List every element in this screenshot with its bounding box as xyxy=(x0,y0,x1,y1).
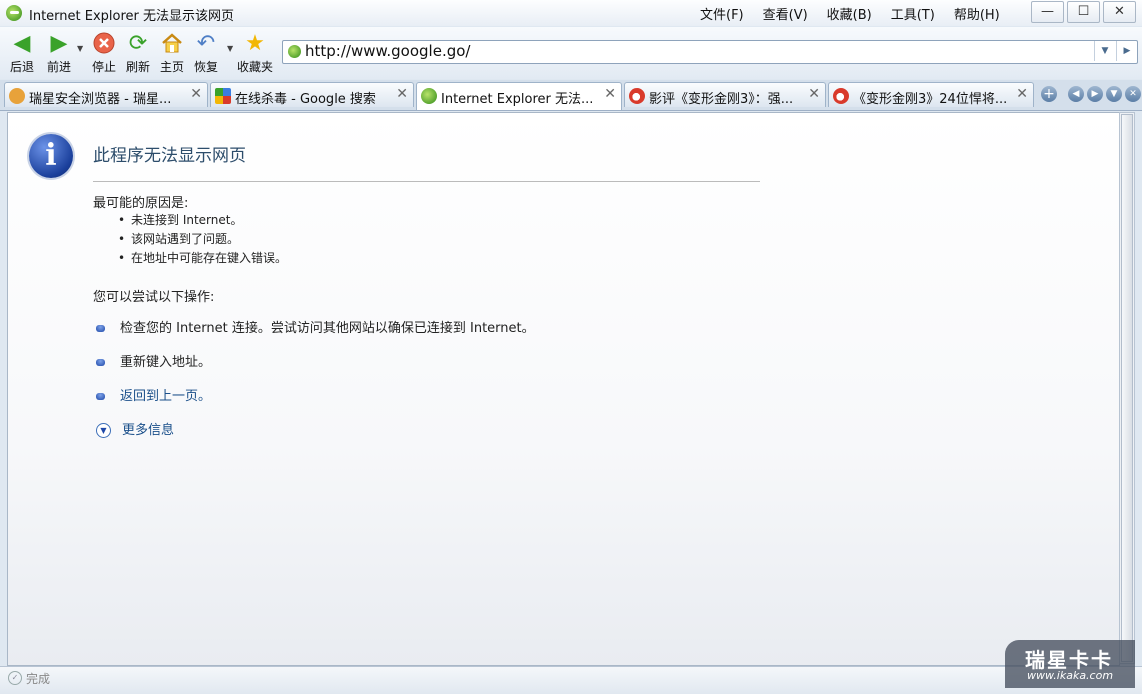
home-button[interactable]: 主页 xyxy=(159,32,185,75)
rising-browser-icon xyxy=(9,88,25,104)
back-label: 后退 xyxy=(9,60,34,74)
forward-arrow-icon: ▶ xyxy=(50,31,68,56)
tab-ie-error[interactable]: Internet Explorer 无法... ✕ xyxy=(416,82,622,110)
status-bar: ✓ 完成 xyxy=(0,666,1142,694)
action-text: 检查您的 Internet 连接。尝试访问其他网站以确保已连接到 Interne… xyxy=(120,321,535,336)
navigation-toolbar: ◀ 后退 ▶ 前进 ▼ 停止 ⟳ 刷新 主页 ↶ 恢复 ▼ ★ 收藏夹 ▼ ▶ xyxy=(0,27,1142,79)
undo-icon: ↶ xyxy=(196,31,216,56)
tab-google-search[interactable]: 在线杀毒 - Google 搜索 ✕ xyxy=(210,82,414,107)
tab-title: Internet Explorer 无法... xyxy=(441,92,594,107)
maximize-button[interactable]: ☐ xyxy=(1067,1,1100,23)
go-arrow-icon[interactable]: ▶ xyxy=(1116,41,1137,61)
forward-button[interactable]: ▶ 前进 xyxy=(46,32,72,75)
done-check-icon: ✓ xyxy=(8,671,22,685)
tab-close-icon[interactable]: ✕ xyxy=(604,86,616,102)
restore-dropdown-icon[interactable]: ▼ xyxy=(227,44,233,53)
forward-label: 前进 xyxy=(46,60,71,74)
address-bar: ▼ ▶ xyxy=(282,40,1138,64)
causes-list: 未连接到 Internet。 该网站遇到了问题。 在地址中可能存在键入错误。 xyxy=(118,211,287,268)
close-tab-icon[interactable]: ✕ xyxy=(1125,86,1141,102)
go-back-link[interactable]: 返回到上一页。 xyxy=(120,389,211,404)
menu-help[interactable]: 帮助(H) xyxy=(954,4,1000,23)
menu-file[interactable]: 文件(F) xyxy=(700,4,744,23)
title-bar: Internet Explorer 无法显示该网页 文件(F) 查看(V) 收藏… xyxy=(0,0,1142,26)
ie-page-icon xyxy=(421,88,437,104)
google-icon xyxy=(215,88,231,104)
window-controls: — ☐ ✕ xyxy=(1028,1,1136,23)
tab-title: 《变形金刚3》24位悍将... xyxy=(853,92,1008,107)
star-icon: ★ xyxy=(245,31,265,56)
menu-favorites[interactable]: 收藏(B) xyxy=(827,4,872,23)
menu-view[interactable]: 查看(V) xyxy=(763,4,808,23)
tab-close-icon[interactable]: ✕ xyxy=(1016,86,1028,102)
more-info-toggle[interactable]: ▼ 更多信息 xyxy=(96,419,174,438)
action-check-connection: 检查您的 Internet 连接。尝试访问其他网站以确保已连接到 Interne… xyxy=(96,317,535,336)
list-item: 未连接到 Internet。 xyxy=(118,211,287,230)
tab-rising-browser[interactable]: 瑞星安全浏览器 - 瑞星... ✕ xyxy=(4,82,208,107)
list-item: 该网站遇到了问题。 xyxy=(118,230,287,249)
list-item: 在地址中可能存在键入错误。 xyxy=(118,249,287,268)
heading-divider xyxy=(93,181,760,182)
tab-bar: 瑞星安全浏览器 - 瑞星... ✕ 在线杀毒 - Google 搜索 ✕ Int… xyxy=(0,80,1142,111)
action-text: 重新键入地址。 xyxy=(120,355,212,370)
scroll-tabs-left-icon[interactable]: ◀ xyxy=(1068,86,1084,102)
restore-label: 恢复 xyxy=(193,60,218,74)
menu-tools[interactable]: 工具(T) xyxy=(891,4,935,23)
action-retype-address: 重新键入地址。 xyxy=(96,351,211,370)
favorites-button[interactable]: ★ 收藏夹 xyxy=(237,32,273,75)
stop-label: 停止 xyxy=(91,60,116,74)
tab-title: 在线杀毒 - Google 搜索 xyxy=(235,92,376,107)
action-go-back[interactable]: 返回到上一页。 xyxy=(96,385,211,404)
tab-list-dropdown-icon[interactable]: ▼ xyxy=(1106,86,1122,102)
tab-weibo-transformers[interactable]: 《变形金刚3》24位悍将... ✕ xyxy=(828,82,1034,107)
tab-weibo-review[interactable]: 影评《变形金刚3》：强... ✕ xyxy=(624,82,826,107)
scroll-tabs-right-icon[interactable]: ▶ xyxy=(1087,86,1103,102)
tab-title: 瑞星安全浏览器 - 瑞星... xyxy=(29,92,172,107)
window-title: Internet Explorer 无法显示该网页 xyxy=(29,9,235,24)
page-favicon-icon xyxy=(288,45,301,58)
stop-button[interactable]: 停止 xyxy=(91,32,117,75)
causes-title: 最可能的原因是: xyxy=(93,196,189,211)
actions-title: 您可以尝试以下操作: xyxy=(93,290,215,305)
url-history-dropdown-icon[interactable]: ▼ xyxy=(1094,41,1115,61)
refresh-icon: ⟳ xyxy=(128,31,148,56)
weibo-icon xyxy=(629,88,645,104)
refresh-button[interactable]: ⟳ 刷新 xyxy=(125,32,151,75)
new-tab-plus-icon[interactable]: + xyxy=(1041,86,1057,102)
page-content: i 此程序无法显示网页 最可能的原因是: 未连接到 Internet。 该网站遇… xyxy=(7,112,1120,666)
back-button[interactable]: ◀ 后退 xyxy=(9,32,35,75)
refresh-label: 刷新 xyxy=(125,60,150,74)
bullet-icon xyxy=(96,359,105,366)
stop-icon xyxy=(91,32,117,56)
more-info-link[interactable]: 更多信息 xyxy=(122,423,174,438)
forward-dropdown-icon[interactable]: ▼ xyxy=(77,44,83,53)
url-input[interactable] xyxy=(305,41,1085,61)
menu-bar: 文件(F) 查看(V) 收藏(B) 工具(T) 帮助(H) xyxy=(700,4,1019,23)
tab-title: 影评《变形金刚3》：强... xyxy=(649,92,794,107)
back-arrow-icon: ◀ xyxy=(13,31,31,56)
bullet-icon xyxy=(96,393,105,400)
chevron-down-icon[interactable]: ▼ xyxy=(96,423,111,438)
bullet-icon xyxy=(96,325,105,332)
tab-close-icon[interactable]: ✕ xyxy=(396,86,408,102)
info-icon: i xyxy=(29,134,73,178)
minimize-button[interactable]: — xyxy=(1031,1,1064,23)
close-button[interactable]: ✕ xyxy=(1103,1,1136,23)
scrollbar-thumb[interactable] xyxy=(1121,114,1133,662)
tab-close-icon[interactable]: ✕ xyxy=(190,86,202,102)
home-label: 主页 xyxy=(159,60,184,74)
browser-logo-icon xyxy=(6,5,22,21)
tab-close-icon[interactable]: ✕ xyxy=(808,86,820,102)
favorites-label: 收藏夹 xyxy=(237,60,274,74)
vertical-scrollbar[interactable] xyxy=(1119,112,1135,664)
restore-button[interactable]: ↶ 恢复 xyxy=(193,32,219,75)
page-heading: 此程序无法显示网页 xyxy=(93,146,246,166)
watermark: 瑞星卡卡 www.ikaka.com xyxy=(1005,640,1135,688)
home-icon xyxy=(159,32,185,56)
weibo-icon xyxy=(833,88,849,104)
status-text: 完成 xyxy=(26,672,51,686)
watermark-url: www.ikaka.com xyxy=(1027,669,1114,682)
